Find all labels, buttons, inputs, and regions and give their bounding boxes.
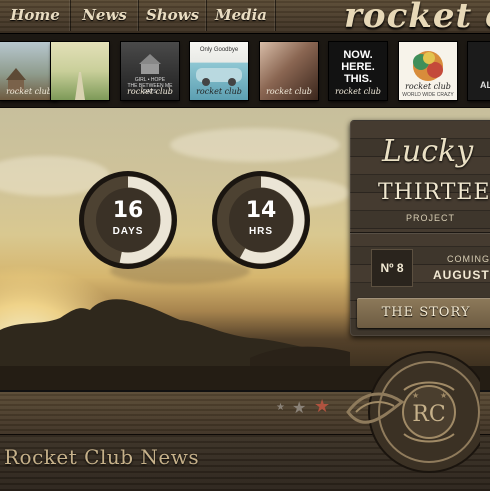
brand-logo[interactable]: rocket club [276,0,490,33]
emblem-initials: RC [412,402,445,427]
album-cover-2[interactable] [51,42,109,100]
rc-emblem-icon: RC ★ ★ [346,351,480,473]
nav-home[interactable]: Home [0,0,71,31]
panel-subtitle: PROJECT [406,213,456,223]
star-icon: ★ [276,402,285,413]
album-label: rocket club [6,87,52,96]
album-cover-8[interactable]: AL [468,42,490,100]
album-label: AL [480,80,490,90]
svg-text:★: ★ [412,391,419,400]
star-icon: ★ [292,400,307,417]
lucky-thirteen-panel: Lucky THIRTEEN PROJECT Nº 8 COMING AUGUS… [350,120,490,336]
album-text: NOW. HERE. THIS. [341,49,375,85]
hours-label: HRS [248,226,274,237]
coming-label: COMING [447,254,490,264]
issue-number-badge: Nº 8 [371,249,413,287]
nav-news[interactable]: News [71,0,139,31]
album-label: rocket club [196,87,242,96]
countdown-hours: 14 HRS [211,170,311,270]
hours-value: 14 [245,198,277,223]
album-cover-7[interactable]: rocket club WORLD WIDE CRAZY [399,42,457,100]
road-icon [75,72,85,100]
news-heading[interactable]: Rocket Club News [4,445,199,469]
release-date: AUGUST 2 [433,268,490,282]
album-label: rocket club [405,82,451,91]
panel-title-lucky: Lucky [382,134,474,169]
album-cover-5[interactable]: rocket club [260,42,318,100]
album-cover-3[interactable]: GIRL • HOPE THE BETWEEN ME DAYS rocket c… [121,42,179,100]
star-icon: ★ [314,396,331,416]
album-label: rocket club [335,87,381,96]
album-text: WORLD WIDE CRAZY [402,92,454,98]
album-cover-4[interactable]: Only Goodbye rocket club [190,42,248,100]
divider [350,232,490,233]
album-label: rocket club [266,87,312,96]
album-strip: rocket club GIRL • HOPE THE BETWEEN ME D… [0,33,490,109]
the-story-button[interactable]: THE STORY [357,298,490,328]
nav-shows[interactable]: Shows [139,0,207,31]
days-label: DAYS [112,226,144,237]
album-cover-1[interactable]: rocket club [0,42,58,100]
svg-text:★: ★ [440,391,447,400]
days-value: 16 [112,198,144,223]
album-label: rocket club [127,87,173,96]
album-cover-6[interactable]: NOW. HERE. THIS. rocket club [329,42,387,100]
top-nav: Home News Shows Media rocket club [0,0,490,33]
brand-name: rocket club [344,0,490,33]
nav-media[interactable]: Media [207,0,276,31]
countdown-days: 16 DAYS [78,170,178,270]
panel-title-thirteen: THIRTEEN [378,180,490,205]
